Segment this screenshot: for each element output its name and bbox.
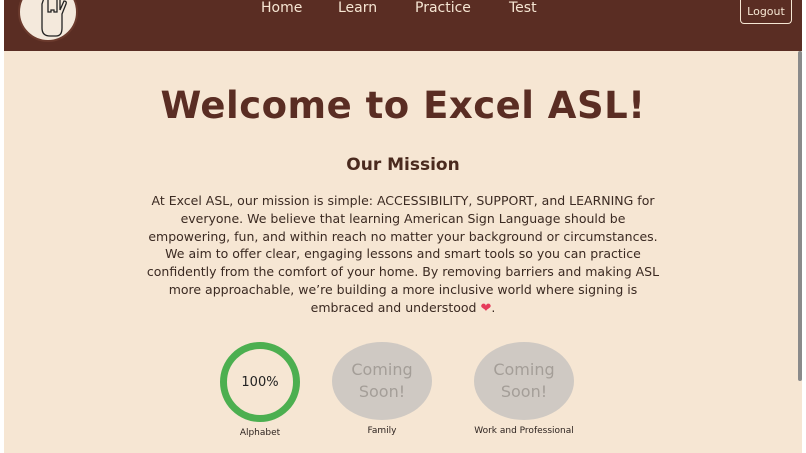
mission-text-block: At Excel ASL, our mission is simple: ACC… <box>144 192 662 318</box>
mission-end: . <box>491 299 496 315</box>
progress-work-professional[interactable]: Coming Soon! Work and Professional <box>474 342 574 436</box>
progress-alphabet[interactable]: 100% Alphabet <box>218 342 302 438</box>
nav-practice[interactable]: Practice <box>415 0 471 16</box>
progress-ring-complete: 100% <box>220 342 300 422</box>
progress-percent: 100% <box>241 374 279 390</box>
coming-soon-text: Coming Soon! <box>474 342 574 420</box>
nav-home[interactable]: Home <box>261 0 302 16</box>
page-title: Welcome to Excel ASL! <box>160 84 646 127</box>
coming-soon-badge: Coming Soon! <box>332 342 432 420</box>
coming-soon-line1: Coming <box>351 360 413 379</box>
coming-soon-line2: Soon! <box>358 382 406 401</box>
page-frame: Home Learn Practice Test Logout Welcome … <box>4 0 802 453</box>
progress-label-family: Family <box>367 426 397 436</box>
navbar: Home Learn Practice Test Logout <box>4 0 802 51</box>
asl-i-love-you-hand-icon[interactable] <box>18 0 78 42</box>
heart-icon: ❤ <box>480 300 492 316</box>
logout-button[interactable]: Logout <box>740 0 792 24</box>
progress-label-work-professional: Work and Professional <box>474 426 574 436</box>
coming-soon-line1: Coming <box>493 360 555 379</box>
progress-label-alphabet: Alphabet <box>239 428 281 438</box>
progress-family[interactable]: Coming Soon! Family <box>332 342 432 436</box>
coming-soon-badge: Coming Soon! <box>474 342 574 420</box>
nav-learn[interactable]: Learn <box>338 0 377 16</box>
nav-test[interactable]: Test <box>509 0 537 16</box>
mission-text: At Excel ASL, our mission is simple: ACC… <box>146 193 660 315</box>
coming-soon-line2: Soon! <box>500 382 548 401</box>
coming-soon-text: Coming Soon! <box>332 342 432 420</box>
mission-heading: Our Mission <box>346 155 460 175</box>
